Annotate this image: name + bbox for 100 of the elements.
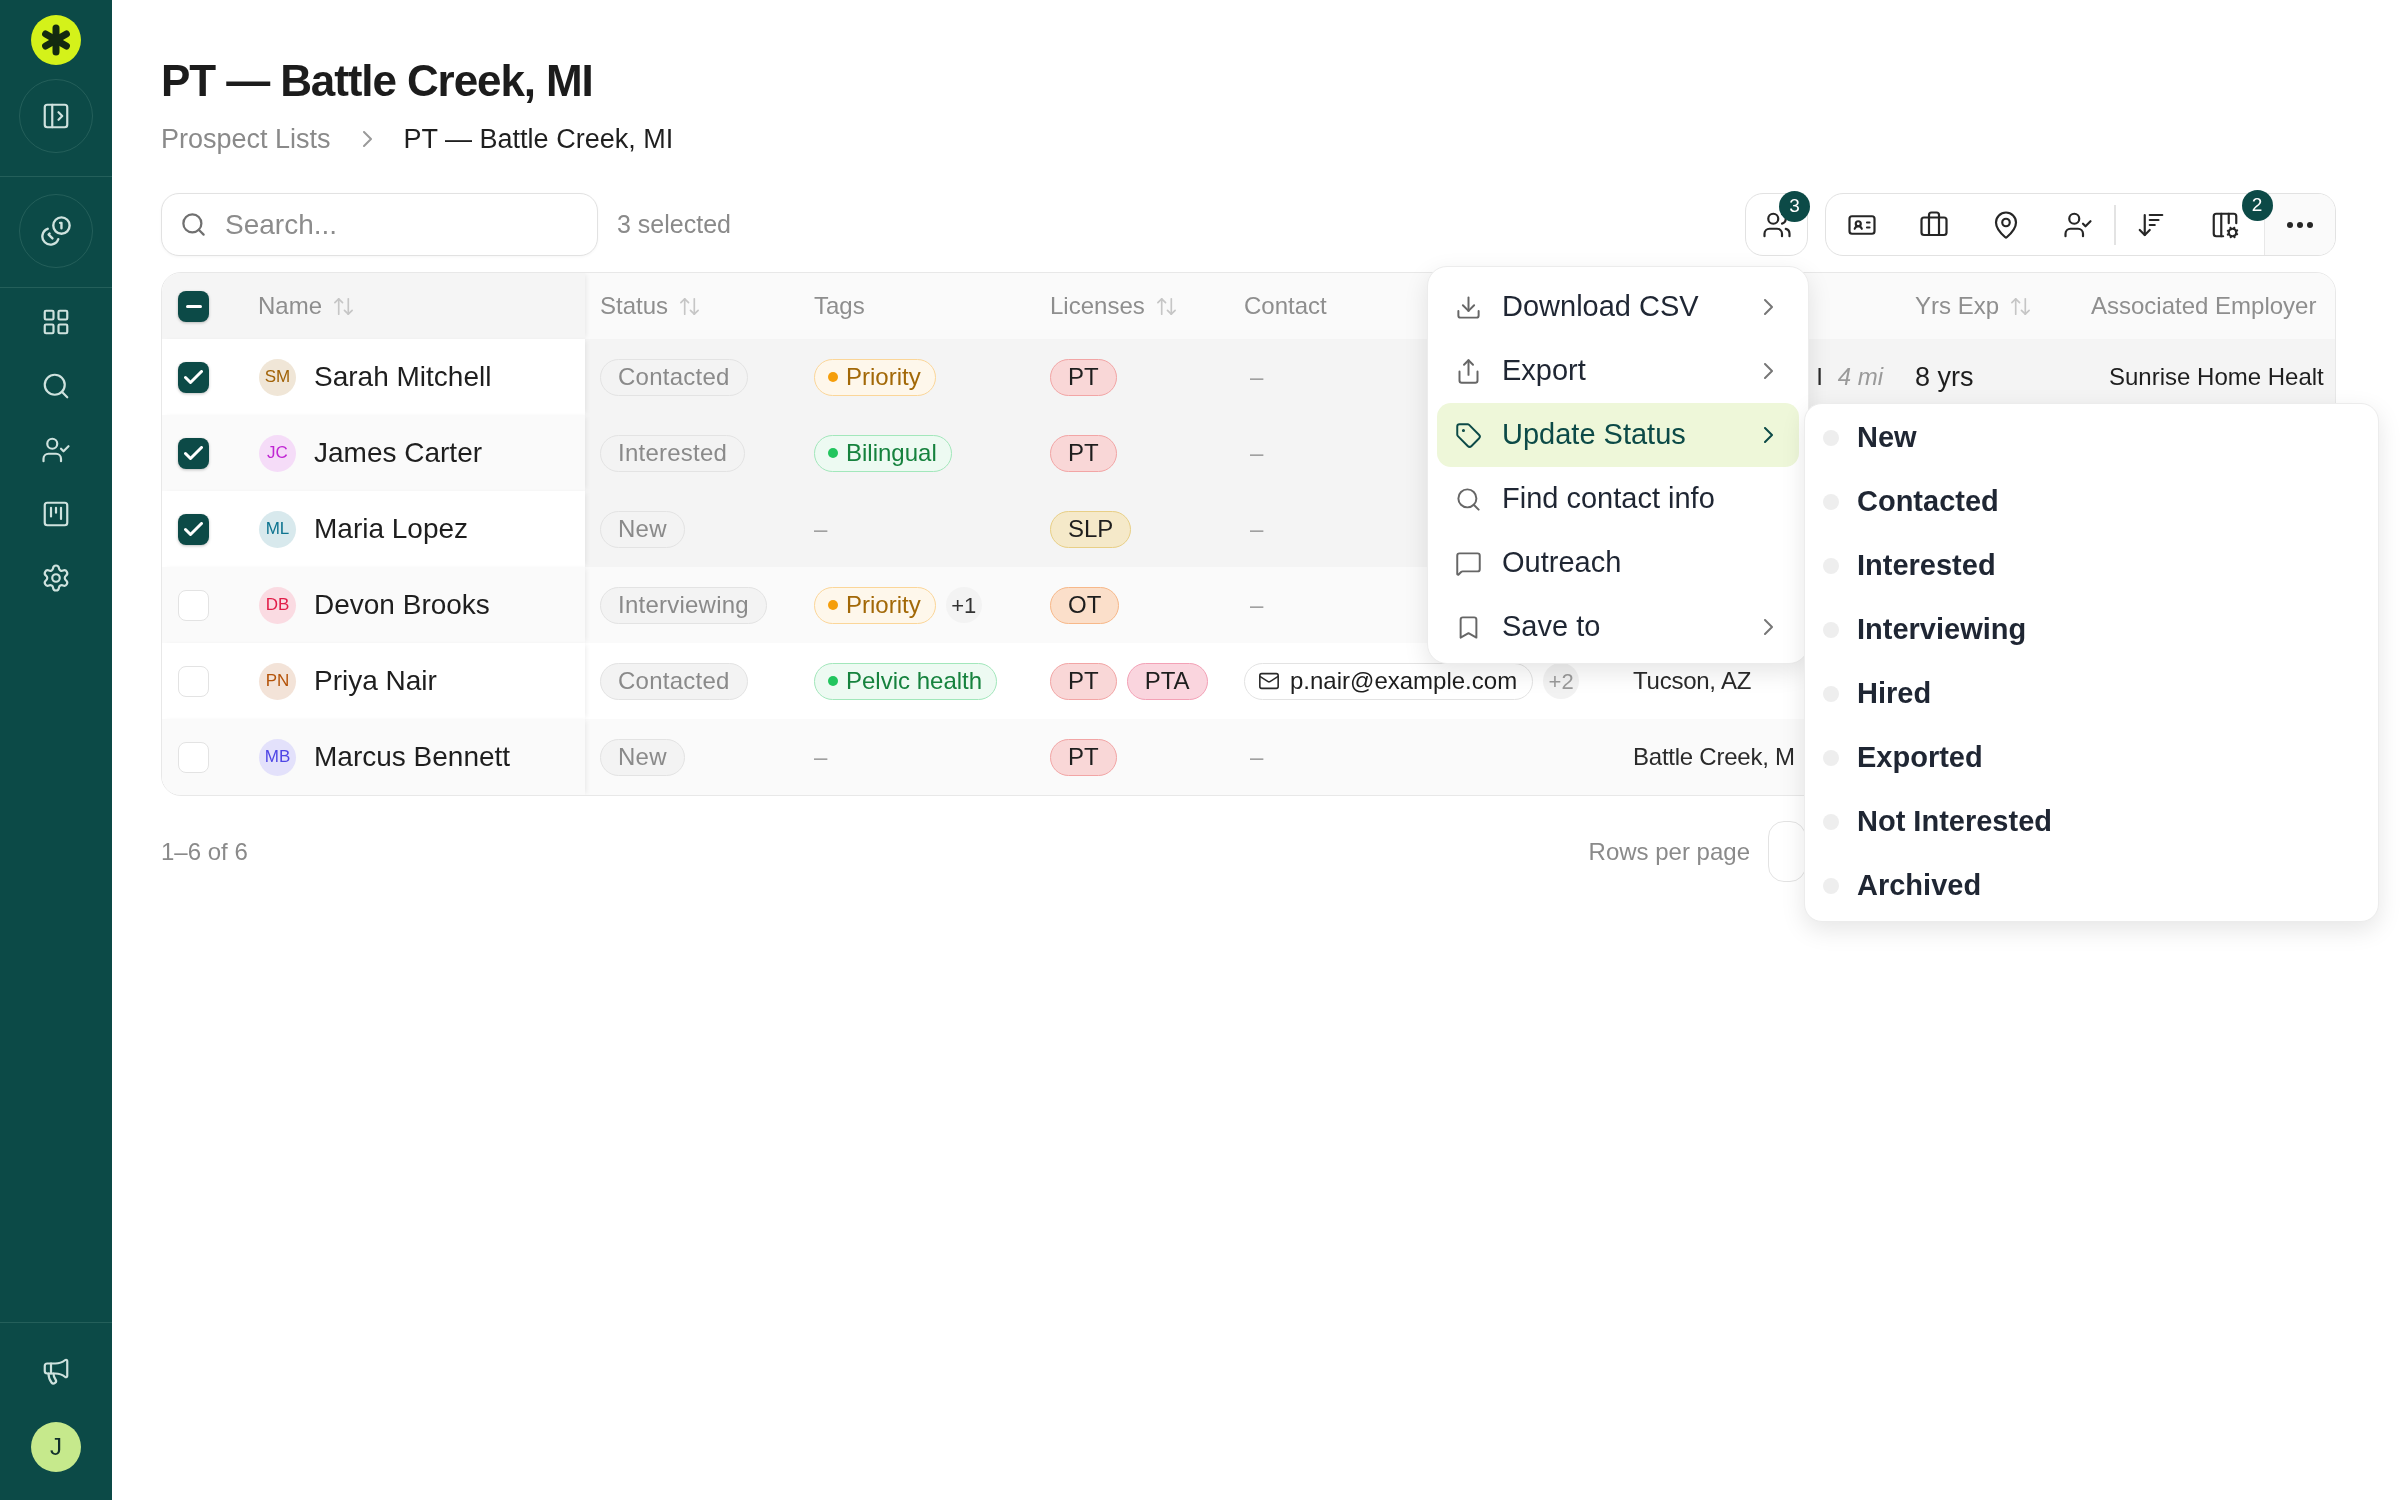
breadcrumb-current: PT — Battle Creek, MI [403,122,674,156]
menu-item[interactable]: Save to [1437,595,1799,659]
check-icon [184,446,203,460]
empty-value: – [1250,439,1264,466]
license-pill: OT [1050,586,1120,624]
empty-value: – [814,514,828,544]
submenu-item[interactable]: Exported [1805,726,2378,790]
search-icon [180,211,207,238]
menu-item[interactable]: Find contact info [1437,467,1799,531]
tag-label: Bilingual [846,438,937,468]
check-icon [184,370,203,384]
license-pill: PTA [1126,662,1208,700]
submenu-item[interactable]: Hired [1805,662,2378,726]
search-field[interactable]: Search... [161,193,598,256]
column-header: Associated Employer [2091,291,2317,321]
empty-value: – [1250,591,1264,618]
column-header: Contact [1244,291,1327,321]
download-icon [1455,293,1482,321]
pagination-range: 1–6 of 6 [161,836,248,867]
email-chip[interactable]: p.nair@example.com [1244,662,1534,700]
empty-value: – [1250,515,1264,542]
menu-item[interactable]: Download CSV [1437,275,1799,339]
menu-item[interactable]: Export [1437,339,1799,403]
license-pill: PT [1050,738,1117,776]
menu-item[interactable]: Outreach [1437,531,1799,595]
submenu-item[interactable]: New [1805,406,2378,470]
status-pill: New [600,510,685,548]
more-tags-count[interactable]: +1 [945,587,982,623]
empty-value: – [1250,363,1264,390]
empty-value: – [814,742,828,772]
more-icon [2286,221,2313,228]
submenu-item[interactable]: Interviewing [1805,598,2378,662]
checkbox[interactable] [178,290,209,322]
license-pill: PT [1050,434,1117,472]
count-badge: 2 [2241,190,2273,221]
coins-icon [41,216,71,246]
selection-count: 3 selected [617,208,731,240]
submenu-item[interactable]: Archived [1805,854,2378,918]
count-badge: 3 [1779,191,1810,222]
status-pill: Contacted [600,358,748,396]
tag-label: Pelvic health [846,666,983,696]
user-check-icon [41,435,71,465]
avatar-initials: PN [259,662,296,700]
chevron-right-icon [1764,619,1773,635]
search-input[interactable]: Search... [225,202,585,247]
checkbox[interactable] [178,361,209,393]
checkbox[interactable] [178,665,209,697]
mail-icon [1258,670,1280,692]
grid-icon [41,307,71,337]
license-pill: PT [1050,662,1117,700]
submenu-item[interactable]: Not Interested [1805,790,2378,854]
chevron-right-icon [1764,299,1773,315]
license-pill: SLP [1050,510,1132,548]
minus-icon [185,304,202,308]
more-button[interactable] [2263,194,2335,255]
contact-name[interactable]: Maria Lopez [314,508,469,550]
check-icon [184,522,203,536]
checkbox[interactable] [178,513,209,545]
employer-name: Sunrise Home Healt [2109,362,2324,392]
location-text: Tucson, AZ [1633,666,1752,696]
checkbox[interactable] [178,437,209,469]
checkbox[interactable] [178,741,209,773]
checkbox[interactable] [178,589,209,621]
tag-icon [1455,421,1482,449]
distance-text: 4 mi [1837,362,1883,392]
rows-per-page-label: Rows per page [1588,836,1750,867]
submenu-item[interactable]: Interested [1805,534,2378,598]
panel-icon [41,101,71,131]
avatar-initials: DB [259,586,296,624]
chevron-right-icon [1764,427,1773,443]
license-pill: PT [1050,358,1117,396]
logo-icon[interactable] [31,15,81,65]
status-pill: Contacted [600,662,748,700]
status-pill: Interested [600,434,746,472]
megaphone-icon [41,1356,71,1386]
contact-name[interactable]: Marcus Bennett [314,736,511,778]
avatar-initials: MB [259,738,296,776]
search-icon [41,371,71,401]
search-icon [1455,485,1482,513]
submenu-item[interactable]: Contacted [1805,470,2378,534]
speech-bubble-icon [1455,549,1482,577]
contact-name[interactable]: Devon Brooks [314,584,490,626]
location-text: I [1816,362,1823,392]
avatar-initials: SM [259,358,296,396]
contact-name[interactable]: James Carter [314,432,483,474]
status-pill: Interviewing [600,586,767,624]
years-experience: 8 yrs [1915,360,1974,394]
page-title: PT — Battle Creek, MI [161,55,593,107]
chevron-right-icon [362,131,372,147]
user-avatar[interactable]: J [31,1422,81,1472]
menu-item[interactable]: Update Status [1437,403,1799,467]
contact-name[interactable]: Priya Nair [314,660,437,702]
settings-icon [41,563,71,593]
contact-name[interactable]: Sarah Mitchell [314,356,492,398]
column-header: Tags [814,291,865,321]
chevron-right-icon [1764,363,1773,379]
kanban-board-icon [41,499,71,529]
contacts-button[interactable]: 3 [1745,193,1808,256]
avatar-initials: JC [259,434,296,472]
avatar-initials: ML [259,510,296,548]
